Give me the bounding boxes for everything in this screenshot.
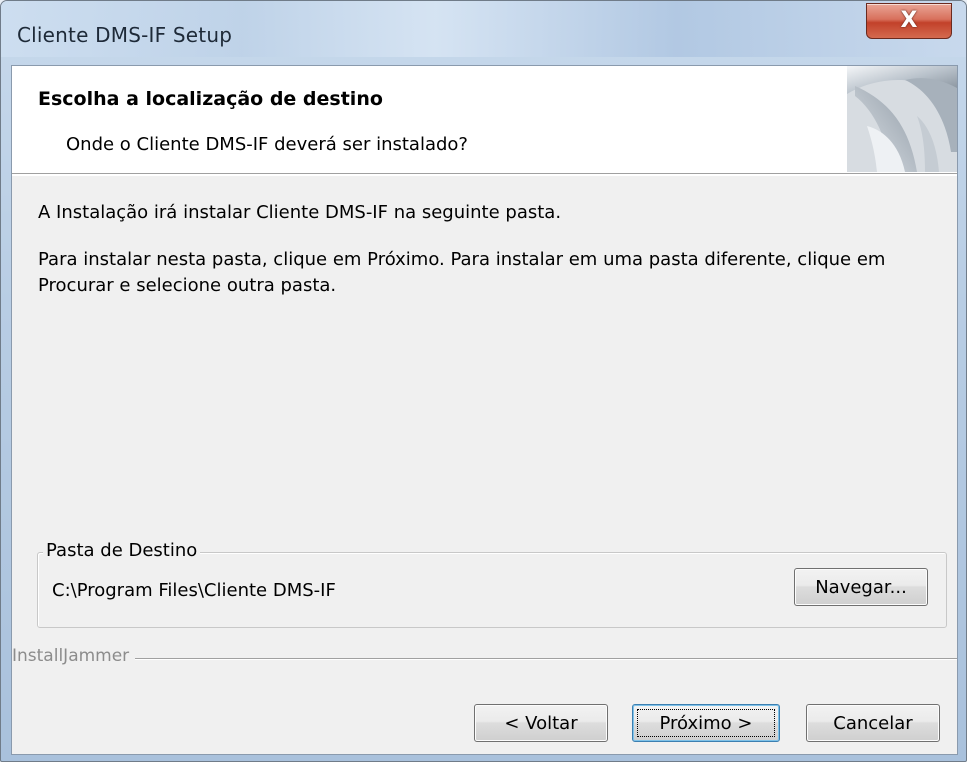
destination-group-label: Pasta de Destino bbox=[43, 540, 201, 561]
page-subtitle: Onde o Cliente DMS-IF deverá ser instala… bbox=[66, 134, 468, 155]
title-bar[interactable]: Cliente DMS-IF Setup X bbox=[1, 1, 966, 57]
next-button[interactable]: Próximo > bbox=[632, 704, 780, 742]
cancel-button[interactable]: Cancelar bbox=[806, 704, 940, 742]
install-description: A Instalação irá instalar Cliente DMS-IF… bbox=[38, 202, 562, 223]
setup-window: Cliente DMS-IF Setup X Escolha a localiz… bbox=[0, 0, 967, 762]
branding-label: InstallJammer bbox=[12, 646, 136, 666]
page-title: Escolha a localização de destino bbox=[38, 88, 383, 110]
back-button[interactable]: < Voltar bbox=[474, 704, 608, 742]
browse-button[interactable]: Navegar... bbox=[794, 568, 928, 606]
installer-swirl-icon bbox=[847, 66, 957, 172]
header-panel: Escolha a localização de destino Onde o … bbox=[12, 66, 957, 176]
window-title: Cliente DMS-IF Setup bbox=[17, 23, 233, 47]
destination-path: C:\Program Files\Cliente DMS-IF bbox=[52, 580, 336, 601]
focus-indicator bbox=[637, 709, 775, 737]
install-instructions: Para instalar nesta pasta, clique em Pró… bbox=[38, 249, 886, 296]
dialog-client-area: Escolha a localização de destino Onde o … bbox=[11, 65, 958, 755]
close-button[interactable]: X bbox=[866, 3, 952, 39]
close-icon: X bbox=[900, 8, 918, 33]
branding-divider bbox=[12, 658, 957, 660]
